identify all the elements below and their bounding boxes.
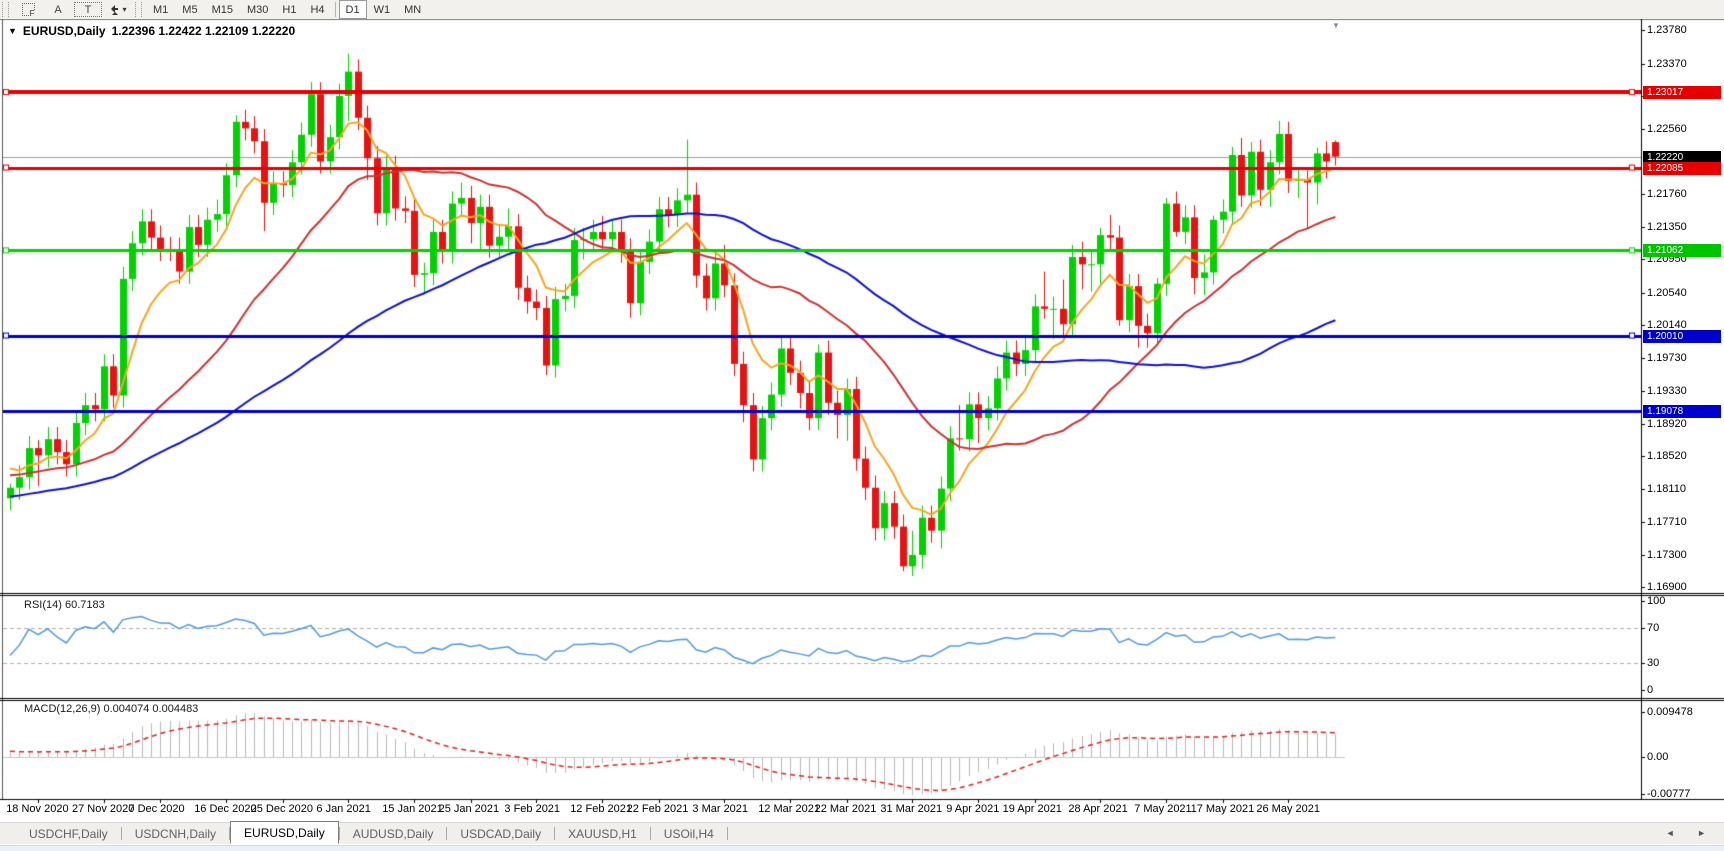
chart-tab-bar: USDCHF,Daily USDCNH,Daily EURUSD,Daily AUDU… — [0, 821, 1724, 844]
chart-tab-usdcad[interactable]: USDCAD,Daily — [447, 824, 554, 844]
date-axis-label: 19 Apr 2021 — [1002, 803, 1062, 815]
macd-values: 0.004074 0.004483 — [103, 703, 199, 715]
price-axis-tick: 1.21760 — [1647, 187, 1687, 200]
price-axis-tick: 1.17710 — [1647, 515, 1687, 528]
price-tag: 1.23017 — [1643, 86, 1721, 100]
date-axis-label: 12 Mar 2021 — [758, 803, 820, 815]
price-tag: 1.21062 — [1643, 244, 1721, 258]
price-axis-tick: 1.18110 — [1647, 483, 1686, 496]
timeframe-button-d1[interactable]: D1 — [338, 0, 367, 19]
chart-window: ▼ EURUSD,Daily 1.22396 1.22422 1.22109 1… — [0, 19, 1724, 822]
timeframe-group: M1 M5 M15 M30 H1 H4 D1 W1 MN — [146, 0, 428, 19]
chart-tab-usdchf[interactable]: USDCHF,Daily — [16, 824, 121, 844]
chart-title: ▼ EURUSD,Daily 1.22396 1.22422 1.22109 1… — [8, 24, 295, 38]
price-axis-tick: 1.21350 — [1647, 221, 1687, 234]
rsi-indicator-label: RSI(14) 60.7183 — [24, 599, 105, 611]
chart-tab-xauusd[interactable]: XAUUSD,H1 — [555, 824, 650, 844]
chevron-down-icon: ▾ — [122, 5, 127, 14]
chart-ohlc-quote: 1.22396 1.22422 1.22109 1.22220 — [111, 24, 296, 38]
chart-tab-usoil[interactable]: USOil,H4 — [651, 824, 727, 844]
bottom-strip — [0, 845, 1724, 851]
price-axis-tick: 1.20540 — [1647, 286, 1687, 299]
macd-axis-tick: 0.009478 — [1647, 705, 1693, 718]
price-axis-tick: 1.19330 — [1647, 384, 1687, 397]
cursor-tool-button[interactable]: ▾ — [103, 1, 133, 18]
macd-axis-tick: 0.00 — [1647, 751, 1669, 763]
date-axis-label: 25 Dec 2020 — [250, 803, 313, 815]
date-axis-label: 28 Apr 2021 — [1068, 803, 1128, 815]
chart-tab-usdcnh[interactable]: USDCNH,Daily — [122, 824, 229, 844]
chart-shift-marker[interactable]: ▼ — [1332, 21, 1340, 30]
price-axis-tick: 1.19730 — [1647, 352, 1687, 365]
timeframe-button-m5[interactable]: M5 — [175, 1, 204, 18]
date-axis-label: 9 Apr 2021 — [946, 803, 1000, 815]
price-axis-tick: 1.22560 — [1647, 123, 1687, 136]
macd-axis-tick: -0.00777 — [1647, 788, 1691, 801]
tab-scroll-arrows[interactable]: ◄ ► — [1666, 828, 1716, 838]
date-axis-label: 7 May 2021 — [1134, 803, 1192, 815]
text-label-tool-button[interactable]: A — [43, 1, 73, 18]
price-tag: 1.22085 — [1643, 161, 1721, 175]
chart-tab-eurusd[interactable]: EURUSD,Daily — [230, 821, 339, 844]
price-axis-tick: 1.23780 — [1647, 24, 1687, 37]
price-tag: 1.20010 — [1643, 329, 1721, 343]
date-axis-label: 12 Feb 2021 — [570, 803, 632, 815]
date-axis-label: 3 Feb 2021 — [504, 803, 561, 815]
date-axis-label: 18 Nov 2020 — [6, 803, 69, 815]
timeframe-button-m30[interactable]: M30 — [240, 1, 275, 18]
timeframe-button-m15[interactable]: M15 — [205, 1, 240, 18]
date-axis-label: 27 Nov 2020 — [72, 803, 135, 815]
date-axis-label: 15 Jan 2021 — [382, 803, 443, 815]
date-axis-label: 7 Dec 2020 — [128, 803, 185, 815]
timeframe-button-m1[interactable]: M1 — [146, 1, 175, 18]
timeframe-button-w1[interactable]: W1 — [367, 1, 398, 18]
date-axis-label: 3 Mar 2021 — [692, 803, 749, 815]
date-axis-label: 22 Feb 2021 — [626, 803, 689, 815]
rsi-axis-tick: 70 — [1647, 621, 1660, 634]
date-axis-label: 31 Mar 2021 — [880, 803, 943, 815]
price-tag: 1.19078 — [1643, 405, 1721, 418]
price-axis-tick: 1.18920 — [1647, 417, 1687, 430]
date-axis-label: 25 Jan 2021 — [438, 803, 500, 815]
chart-symbol-label: EURUSD,Daily — [22, 24, 106, 38]
dotted-grid-icon: F — [21, 3, 35, 18]
rsi-value: 60.7183 — [64, 599, 105, 611]
mt4-terminal-window: { "toolbar": { "grid_tool_sub": "F", "te… — [0, 0, 1724, 851]
timeframe-button-mn[interactable]: MN — [397, 1, 428, 18]
cursor-arrows-icon — [111, 4, 119, 15]
timeframe-button-h1[interactable]: H1 — [275, 1, 303, 18]
macd-indicator-label: MACD(12,26,9) 0.004074 0.004483 — [24, 703, 199, 715]
date-axis-label: 6 Jan 2021 — [316, 803, 371, 815]
dotted-grid-tool-button[interactable]: F — [13, 1, 43, 18]
tab-separator — [726, 827, 728, 840]
rsi-axis-tick: 100 — [1647, 595, 1666, 607]
date-axis-label: 17 May 2021 — [1190, 803, 1255, 815]
price-axis-tick: 1.23370 — [1647, 57, 1687, 70]
date-axis-label: 22 Mar 2021 — [814, 803, 877, 815]
text-tool-button[interactable]: T — [73, 1, 103, 18]
date-axis-label: 16 Dec 2020 — [194, 803, 257, 815]
price-axis-tick: 1.16900 — [1647, 581, 1687, 594]
price-axis-tick: 1.17300 — [1647, 548, 1687, 561]
toolbar-grip[interactable] — [2, 2, 9, 17]
date-axis-label: 26 May 2021 — [1256, 803, 1320, 815]
top-toolbar: F A T ▾ M1 M5 M15 M30 H1 H4 D1 W1 MN — [0, 0, 1724, 20]
chart-menu-icon[interactable]: ▼ — [8, 26, 17, 36]
timeframe-button-h4[interactable]: H4 — [303, 1, 331, 18]
rsi-axis-tick: 30 — [1647, 657, 1660, 670]
toolbar-grip[interactable] — [135, 2, 142, 17]
rsi-axis-tick: 0 — [1647, 684, 1654, 696]
chart-canvas[interactable] — [0, 19, 1724, 822]
chart-tab-audusd[interactable]: AUDUSD,Daily — [340, 824, 447, 844]
toolbar-separator — [334, 2, 336, 17]
price-axis-tick: 1.18520 — [1647, 450, 1687, 463]
